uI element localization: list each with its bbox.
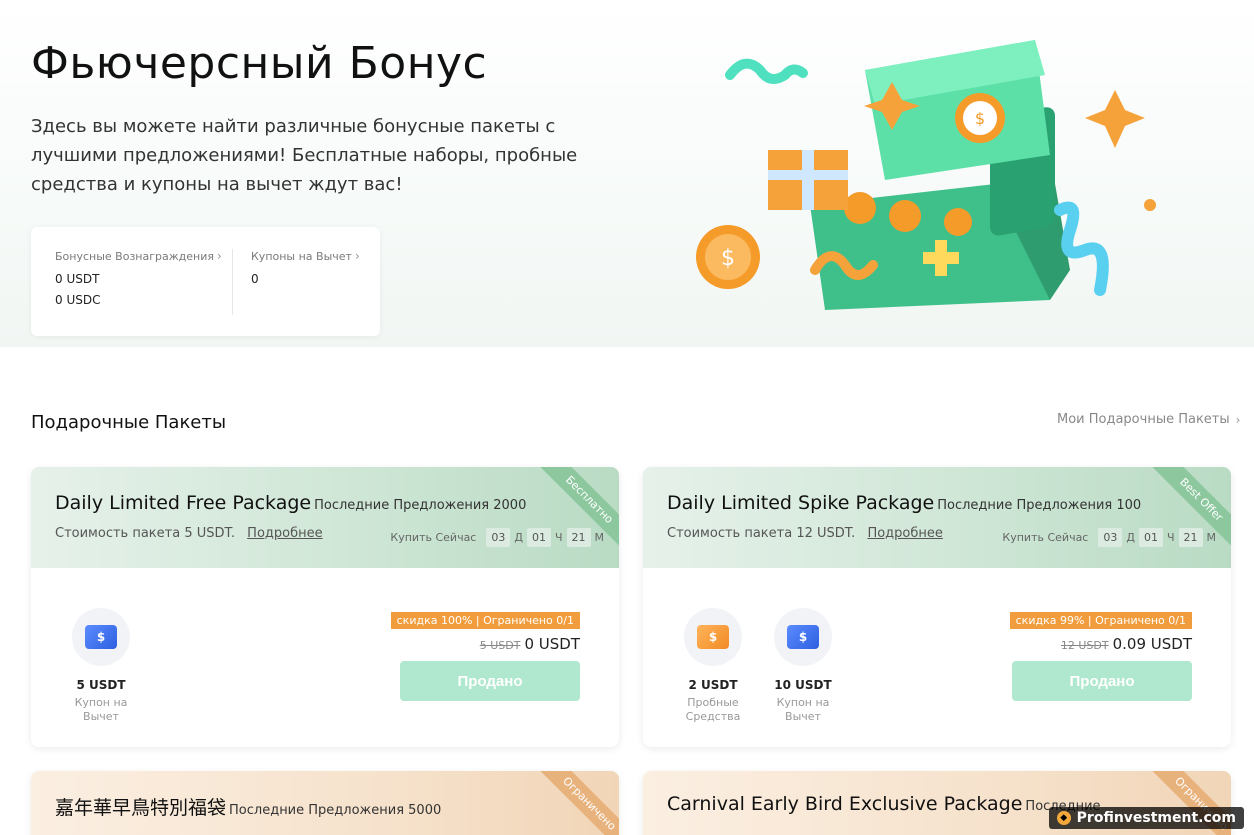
- trial-funds-icon: $: [697, 625, 729, 649]
- countdown-timer: Купить Сейчас 03 Д 01 Ч 21 М: [1002, 528, 1216, 547]
- package-offers-left: Последние Предложения 2000: [314, 498, 527, 513]
- package-card-header: Daily Limited Spike Package Последние Пре…: [643, 467, 1231, 568]
- package-name: 嘉年華早鳥特別福袋 Последние Предложения 5000: [55, 797, 442, 819]
- new-price: 0.09 USDT: [1112, 635, 1192, 653]
- rewards-column[interactable]: Бонусные Вознаграждения › 0 USDT 0 USDC: [55, 249, 222, 307]
- svg-text:$: $: [975, 109, 985, 128]
- package-card-header: 嘉年華早鳥特別福袋 Последние Предложения 5000 Огра…: [31, 771, 619, 835]
- details-link[interactable]: Подробнее: [867, 526, 942, 541]
- coupons-label[interactable]: Купоны на Вычет ›: [251, 249, 360, 263]
- my-packages-link[interactable]: Мои Подарочные Пакеты ›: [1057, 412, 1240, 427]
- details-link[interactable]: Подробнее: [247, 526, 322, 541]
- logo-icon: ◆: [1056, 811, 1071, 825]
- package-cost: Стоимость пакета 12 USDT. Подробнее: [667, 526, 943, 541]
- bonus-summary-card: Бонусные Вознаграждения › 0 USDT 0 USDC …: [31, 227, 380, 336]
- item-amount: 10 USDT: [774, 678, 832, 692]
- old-price: 5 USDT: [479, 639, 521, 652]
- package-name: Carnival Early Bird Exclusive PackageПос…: [667, 793, 1101, 815]
- rewards-usdt: 0 USDT: [55, 272, 100, 286]
- hero-banner: Фьючерсный Бонус Здесь вы можете найти р…: [0, 0, 1254, 347]
- package-cost: Стоимость пакета 5 USDT. Подробнее: [55, 526, 323, 541]
- rewards-label[interactable]: Бонусные Вознаграждения ›: [55, 249, 222, 263]
- deal-info: скидка 99% | Ограничено 0/1 12 USDT 0.09 …: [1009, 609, 1192, 653]
- package-offers-left: Последние Предложения 5000: [229, 803, 442, 818]
- item-amount: 2 USDT: [688, 678, 738, 692]
- package-card-body: $ 2 USDT Пробные Средства $ 10 USDT Купо…: [643, 568, 1231, 747]
- treasure-chest-illustration: $ $: [696, 40, 1156, 310]
- rewards-usdc: 0 USDC: [55, 293, 101, 307]
- package-name: Daily Limited Spike Package Последние Пре…: [667, 492, 1142, 514]
- package-offers-left: Последние Предложения 100: [937, 498, 1142, 513]
- hero-description: Здесь вы можете найти различные бонусные…: [31, 116, 578, 195]
- item-label: Пробные Средства: [685, 696, 741, 723]
- price: 5 USDT 0 USDT: [391, 635, 580, 653]
- package-name: Daily Limited Free Package Последние Пред…: [55, 492, 527, 514]
- site-watermark: ◆ Profinvestment.com: [1048, 807, 1244, 829]
- old-price: 12 USDT: [1060, 639, 1109, 652]
- coupon-icon: $: [85, 625, 117, 649]
- section-title: Подарочные Пакеты: [31, 412, 227, 433]
- package-card: Daily Limited Spike Package Последние Пре…: [643, 467, 1231, 747]
- discount-tag: скидка 99% | Ограничено 0/1: [1009, 612, 1192, 629]
- corner-ribbon: Ограничено: [538, 771, 619, 835]
- sold-out-button[interactable]: Продано: [400, 661, 580, 701]
- chevron-right-icon: ›: [1235, 412, 1241, 427]
- item-label: Купон на Вычет: [776, 696, 830, 723]
- coupon-icon: $: [787, 625, 819, 649]
- new-price: 0 USDT: [524, 635, 580, 653]
- coupons-column[interactable]: Купоны на Вычет › 0: [251, 249, 360, 286]
- chevron-right-icon: ›: [216, 249, 222, 263]
- package-card-body: $ 5 USDT Купон на Вычет скидка 100% | Ог…: [31, 568, 619, 747]
- divider: [232, 249, 233, 315]
- page-title: Фьючерсный Бонус: [31, 38, 488, 89]
- package-item: $ 2 USDT Пробные Средства: [673, 608, 753, 724]
- item-label: Купон на Вычет: [74, 696, 128, 723]
- svg-text:$: $: [721, 246, 735, 271]
- countdown-timer: Купить Сейчас 03 Д 01 Ч 21 М: [390, 528, 604, 547]
- package-item: $ 5 USDT Купон на Вычет: [61, 608, 141, 724]
- coupons-value: 0: [251, 272, 259, 286]
- discount-tag: скидка 100% | Ограничено 0/1: [390, 612, 580, 629]
- sold-out-button[interactable]: Продано: [1012, 661, 1192, 701]
- item-amount: 5 USDT: [76, 678, 126, 692]
- package-item: $ 10 USDT Купон на Вычет: [763, 608, 843, 724]
- package-card: Daily Limited Free Package Последние Пред…: [31, 467, 619, 747]
- package-card-header: Daily Limited Free Package Последние Пред…: [31, 467, 619, 568]
- package-card: 嘉年華早鳥特別福袋 Последние Предложения 5000 Огра…: [31, 771, 619, 835]
- deal-info: скидка 100% | Ограничено 0/1 5 USDT 0 USD…: [390, 609, 580, 653]
- chevron-right-icon: ›: [354, 249, 360, 263]
- price: 12 USDT 0.09 USDT: [1010, 635, 1192, 653]
